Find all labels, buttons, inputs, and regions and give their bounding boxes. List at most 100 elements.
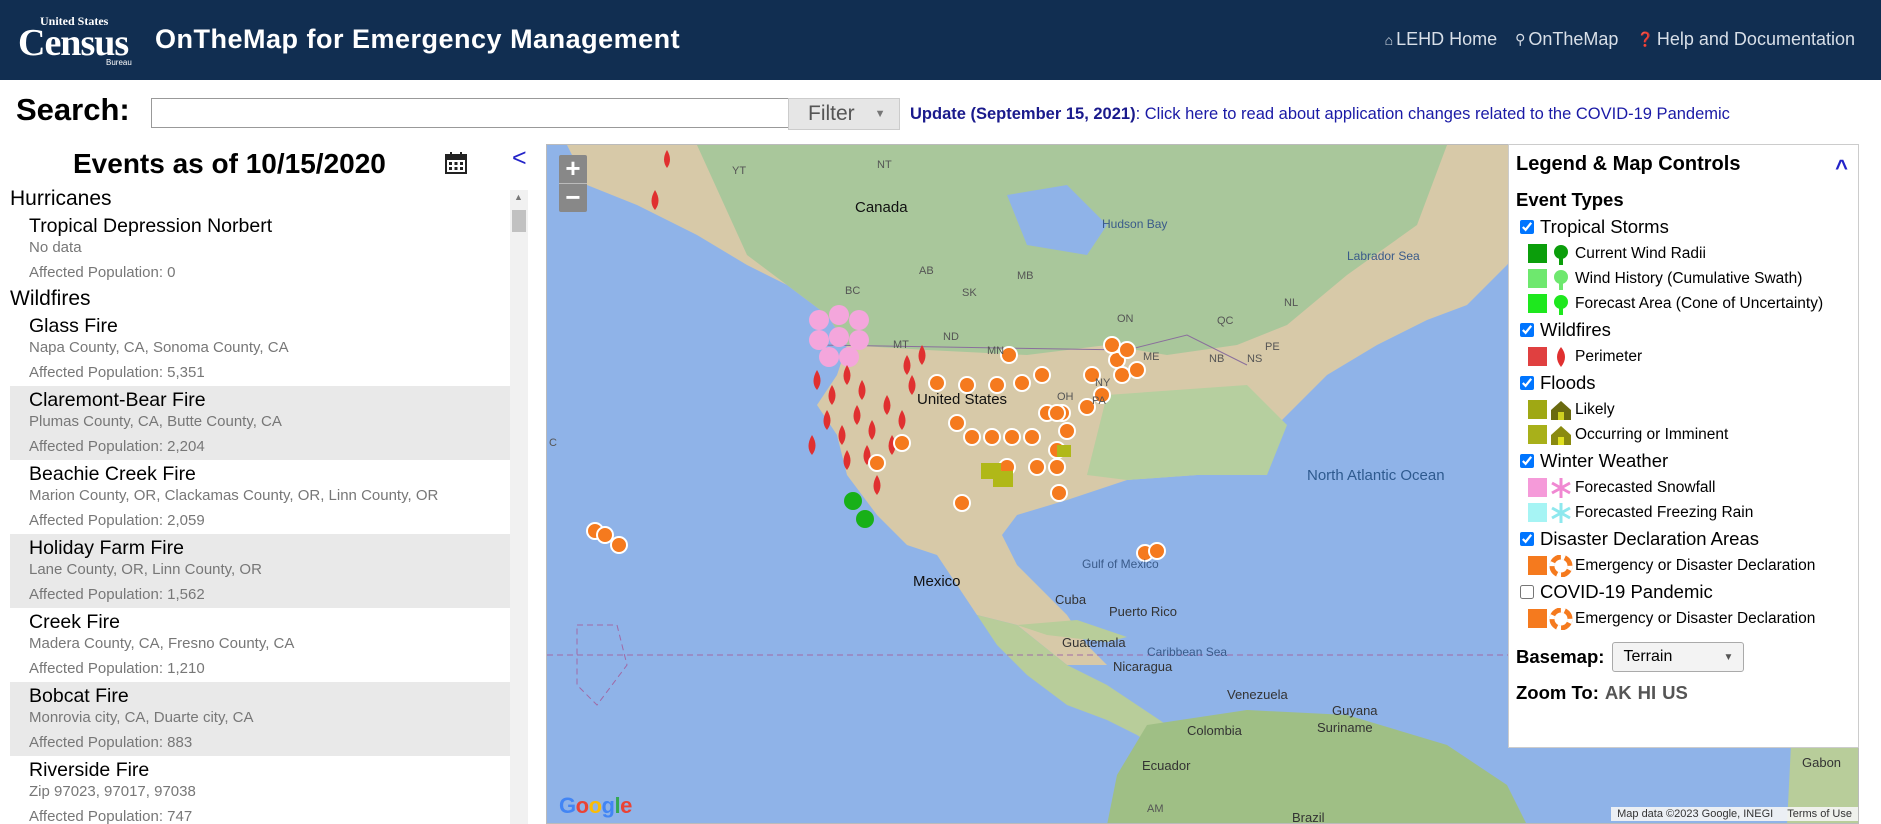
snowflake-icon [1551,502,1571,523]
covid-19-checkbox[interactable] [1520,585,1534,599]
label-ab: AB [919,265,934,277]
label-am: AM [1147,803,1164,815]
legend-collapse-button[interactable]: ^ [1835,155,1848,181]
legend-item: Wind History (Cumulative Swath) [1516,266,1851,291]
flood-house-icon [1551,425,1571,445]
zoom-to-hi[interactable]: HI [1638,682,1657,704]
group-label: Winter Weather [1540,450,1669,471]
legend-item: Forecasted Freezing Rain [1516,500,1851,525]
label-venezuela: Venezuela [1227,687,1288,702]
label-brazil: Brazil [1292,810,1325,824]
terms-of-use-link[interactable]: Terms of Use [1787,808,1852,820]
label-qc: QC [1217,315,1234,327]
events-title: Events as of 10/15/2020 [73,148,386,179]
label-labrador-sea: Labrador Sea [1347,249,1420,263]
event-item[interactable]: Tropical Depression Norbert No data Affe… [10,212,510,286]
event-location: Monrovia city, CA, Duarte city, CA [29,709,254,726]
event-item[interactable]: Holiday Farm Fire Lane County, OR, Linn … [10,534,510,608]
label-suriname: Suriname [1317,720,1373,735]
group-winter-weather: Winter Weather [1516,447,1851,475]
basemap-control: Basemap: Terrain ▼ [1516,641,1851,673]
legend-item-label: Occurring or Imminent [1575,425,1729,443]
disaster-declaration-checkbox[interactable] [1520,532,1534,546]
zoom-in-button[interactable]: + [559,155,587,183]
legend-subtitle: Event Types [1516,189,1624,210]
color-swatch [1528,400,1547,419]
update-link[interactable]: Update (September 15, 2021): Click here … [910,105,1730,124]
group-label: Tropical Storms [1540,216,1669,237]
label-on: ON [1117,313,1134,325]
tropical-storms-checkbox[interactable] [1520,220,1534,234]
event-population: Affected Population: 883 [29,734,193,751]
winter-weather-checkbox[interactable] [1520,454,1534,468]
legend-item: Forecast Area (Cone of Uncertainty) [1516,291,1851,316]
zoom-to-ak[interactable]: AK [1605,682,1632,704]
event-item[interactable]: Beachie Creek Fire Marion County, OR, Cl… [10,460,510,534]
group-floods: Floods [1516,369,1851,397]
event-population: Affected Population: 747 [29,808,193,824]
scroll-up-icon[interactable]: ▲ [514,192,523,202]
event-list-scrollbar[interactable]: ▲ [510,190,528,824]
event-population: Affected Population: 0 [29,264,176,281]
event-item[interactable]: Claremont-Bear Fire Plumas County, CA, B… [10,386,510,460]
zoom-to-control: Zoom To: AK HI US [1516,682,1851,704]
google-logo: Google [559,793,632,818]
zoom-to-us[interactable]: US [1662,682,1688,704]
label-ny: NY [1095,377,1111,389]
calendar-icon[interactable] [444,151,468,175]
nav-onthemap[interactable]: ⚲ OnTheMap [1515,29,1618,50]
filter-label: Filter [808,102,855,125]
label-nd: ND [943,331,959,343]
wildfires-checkbox[interactable] [1520,323,1534,337]
color-swatch [1528,269,1547,288]
map-pin-icon: ⚲ [1515,31,1526,47]
label-guatemala: Guatemala [1062,635,1126,650]
label-pe: PE [1265,341,1280,353]
nav-help[interactable]: ❓ Help and Documentation [1636,29,1855,50]
label-sk: SK [962,287,977,299]
group-label: Wildfires [1540,319,1611,340]
event-name: Glass Fire [29,315,118,337]
label-mb: MB [1017,270,1034,282]
filter-dropdown[interactable]: Filter ▼ [788,98,900,130]
search-input[interactable] [151,98,789,128]
color-swatch [1528,425,1547,444]
event-name: Bobcat Fire [29,685,129,707]
label-gulf-of-mexico: Gulf of Mexico [1082,557,1159,571]
zoom-out-button[interactable]: − [559,184,587,212]
app-title: OnTheMap for Emergency Management [155,24,681,54]
app-header: United States Census Bureau OnTheMap for… [0,0,1881,80]
census-logo[interactable]: United States Census Bureau [18,14,132,67]
label-mexico: Mexico [913,573,961,590]
basemap-value: Terrain [1623,648,1673,665]
hurricane-icon [1554,269,1568,290]
flood-house-icon [1551,400,1571,420]
event-item[interactable]: Creek Fire Madera County, CA, Fresno Cou… [10,608,510,682]
event-location: No data [29,239,82,256]
legend-item-label: Emergency or Disaster Declaration [1575,556,1816,574]
label-cuba: Cuba [1055,592,1087,607]
label-nicaragua: Nicaragua [1113,659,1173,674]
event-name: Riverside Fire [29,759,150,781]
event-population: Affected Population: 1,210 [29,660,205,677]
collapse-panel-button[interactable]: < [512,144,527,173]
nav-label: OnTheMap [1528,29,1619,49]
event-list: Hurricanes Tropical Depression Norbert N… [10,186,510,824]
label-mn: MN [987,345,1005,357]
basemap-select[interactable]: Terrain ▼ [1612,642,1745,672]
floods-checkbox[interactable] [1520,376,1534,390]
event-item[interactable]: Bobcat Fire Monrovia city, CA, Duarte ci… [10,682,510,756]
chevron-down-icon: ▼ [1723,651,1734,663]
event-name: Claremont-Bear Fire [29,389,206,411]
zoom-controls: + − [559,155,587,212]
search-label: Search: [16,92,130,127]
nav-lehd-home[interactable]: ⌂ LEHD Home [1385,29,1498,50]
event-item[interactable]: Riverside Fire Zip 97023, 97017, 97038 A… [10,756,510,824]
event-location: Lane County, OR, Linn County, OR [29,561,262,578]
label-nt: NT [877,159,892,171]
hurricane-icon [1554,294,1568,315]
scrollbar-thumb[interactable] [512,210,526,232]
event-item[interactable]: Glass Fire Napa County, CA, Sonoma Count… [10,312,510,386]
group-covid-19: COVID-19 Pandemic [1516,578,1851,606]
legend-item: Emergency or Disaster Declaration [1516,553,1851,578]
